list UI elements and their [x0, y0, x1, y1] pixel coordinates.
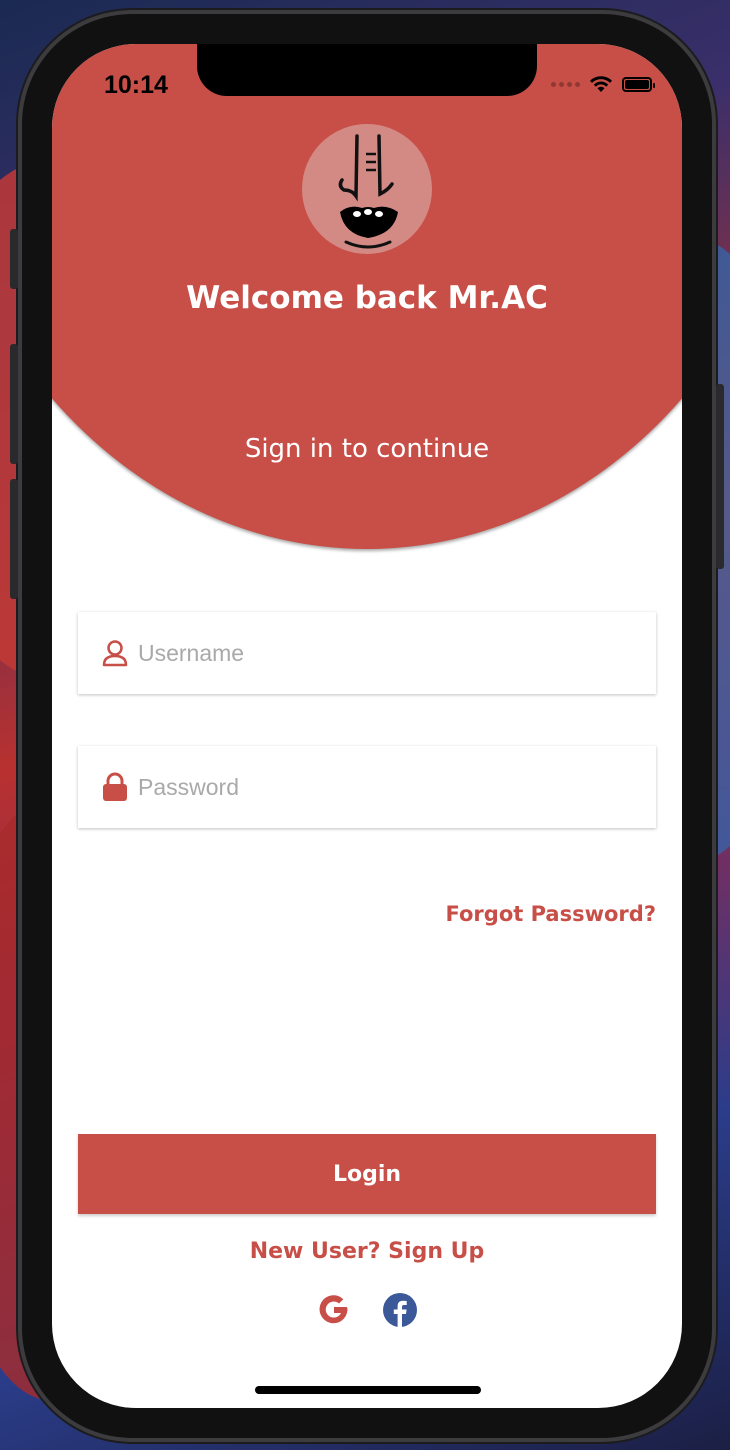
app-screen: 10:14 Welcome back Mr.AC Sign in to cont…: [52, 44, 682, 1408]
power-button: [716, 384, 724, 569]
home-indicator[interactable]: [255, 1386, 481, 1394]
username-field[interactable]: Username: [78, 612, 656, 694]
avatar: [302, 124, 432, 254]
status-time: 10:14: [104, 71, 168, 99]
lock-icon: [102, 772, 128, 802]
login-button[interactable]: Login: [78, 1134, 656, 1214]
status-icons: [551, 74, 655, 94]
username-placeholder: Username: [138, 639, 245, 666]
avatar-face-icon: [338, 134, 398, 249]
facebook-icon[interactable]: [382, 1292, 418, 1328]
signal-icon: [551, 81, 580, 87]
volume-down-button: [10, 479, 18, 599]
user-icon: [102, 638, 128, 668]
notch: [197, 44, 537, 96]
sign-in-subtitle: Sign in to continue: [244, 434, 490, 464]
mute-switch: [10, 229, 18, 289]
social-login: [52, 1292, 682, 1328]
forgot-password-link[interactable]: Forgot Password?: [446, 902, 656, 926]
welcome-heading: Welcome back Mr.AC: [186, 280, 548, 316]
signup-link[interactable]: New User? Sign Up: [52, 1239, 682, 1264]
password-placeholder: Password: [138, 773, 239, 800]
password-field[interactable]: Password: [78, 746, 656, 828]
phone-frame: 10:14 Welcome back Mr.AC Sign in to cont…: [10, 14, 724, 1438]
volume-up-button: [10, 344, 18, 464]
battery-icon: [622, 76, 655, 92]
wifi-icon: [590, 76, 612, 92]
google-icon[interactable]: [316, 1292, 352, 1328]
